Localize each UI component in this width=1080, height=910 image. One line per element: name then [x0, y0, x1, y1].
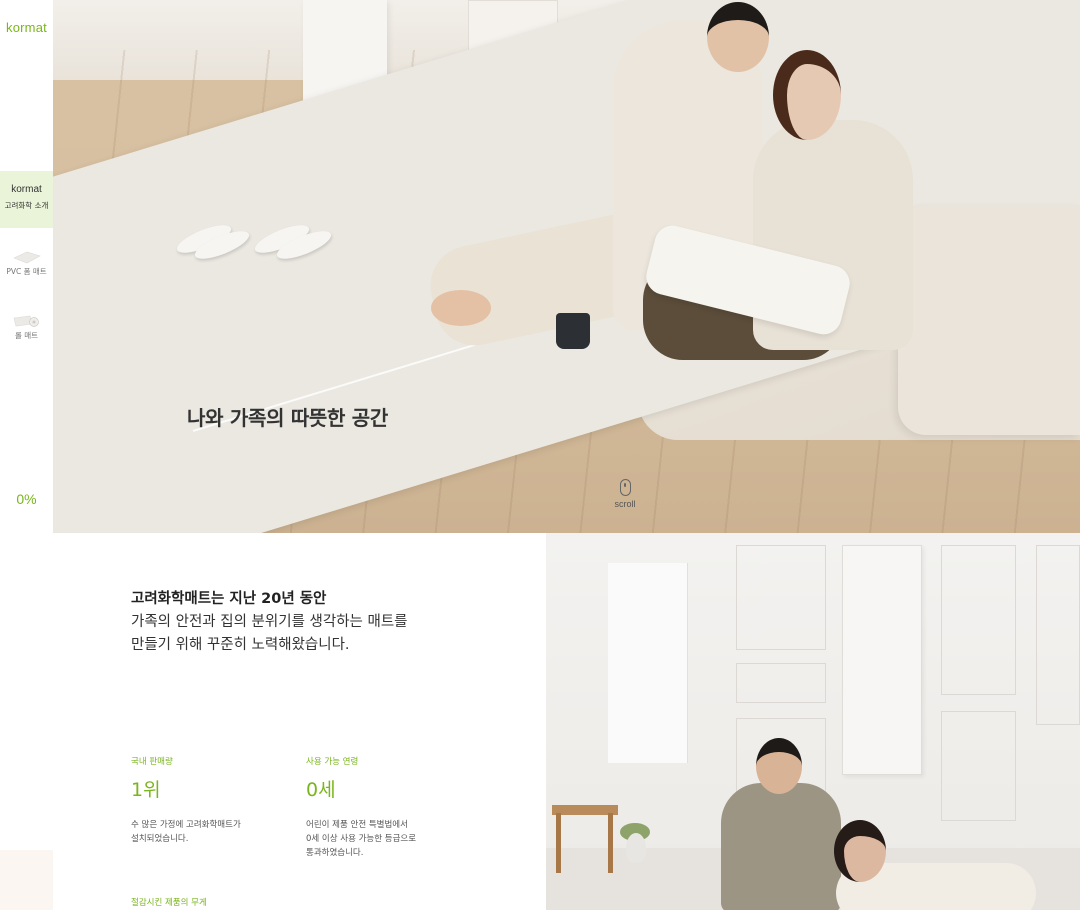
sidebar-item-label: 고려화학 소개	[4, 201, 49, 210]
hero-man-head	[707, 2, 769, 72]
photo-man	[721, 783, 841, 910]
intro-line: 만들기 위해 꾸준히 노력해왔습니다.	[131, 637, 350, 653]
photo-wall-panel	[736, 663, 826, 703]
photo-wall-panel	[941, 711, 1016, 821]
stat-description-line: 어린이 제품 안전 특별법에서	[306, 820, 408, 830]
scroll-progress: 0%	[16, 491, 37, 507]
stat-caption: 국내 판매량	[131, 757, 173, 767]
photo-woman-head	[834, 820, 886, 882]
scroll-label: scroll	[614, 499, 636, 509]
stat-sales-rank: 국내 판매량 1위 수 많은 가정에 고려화학매트가 설치되었습니다.	[131, 755, 301, 846]
stat-caption: 절감시킨 제품의 무게	[131, 898, 207, 908]
stat-caption: 사용 가능 연령	[306, 757, 359, 767]
foam-mat-icon	[12, 251, 41, 264]
sidebar-footer	[0, 850, 53, 910]
hero-sofa-seat	[898, 205, 1080, 435]
lifestyle-photo	[546, 533, 1080, 910]
stat-description-line: 수 많은 가정에 고려화학매트가	[131, 820, 241, 830]
hero-woman-head	[773, 50, 841, 140]
sidebar-item-title: kormat	[11, 184, 42, 195]
hero-person-feet	[431, 290, 491, 326]
mouse-icon	[619, 479, 631, 496]
photo-wall-panel	[1036, 545, 1080, 725]
photo-plant-vase	[626, 833, 646, 863]
stat-description-line: 통과하였습니다.	[306, 848, 364, 858]
hero-mug	[556, 313, 590, 349]
intro-text: 고려화학매트는 지난 20년 동안 가족의 안전과 집의 분위기를 생각하는 매…	[131, 588, 491, 657]
intro-line: 고려화학매트는 지난 20년 동안	[131, 591, 327, 607]
sidebar-item-about[interactable]: kormat 고려화학 소개	[0, 171, 53, 228]
hero-section: 나와 가족의 따뜻한 공간 scroll	[53, 0, 1080, 533]
stat-description-line: 설치되었습니다.	[131, 834, 189, 844]
hero-slippers	[173, 216, 335, 265]
intro-line: 가족의 안전과 집의 분위기를 생각하는 매트를	[131, 614, 408, 630]
sidebar-item-label: 롤 매트	[14, 331, 39, 340]
sidebar: kormat kormat 고려화학 소개 PVC 폼 매트 롤 매트 0%	[0, 0, 53, 910]
stat-usable-age: 사용 가능 연령 0세 어린이 제품 안전 특별법에서 0세 이상 사용 가능한…	[306, 755, 476, 860]
scroll-indicator[interactable]: scroll	[613, 479, 637, 509]
stat-value: 1위	[131, 779, 161, 801]
about-section: 고려화학매트는 지난 20년 동안 가족의 안전과 집의 분위기를 생각하는 매…	[53, 533, 546, 910]
logo[interactable]: kormat	[6, 20, 47, 35]
photo-man-head	[756, 738, 802, 794]
stat-value: 0세	[306, 779, 336, 801]
stat-description: 수 많은 가정에 고려화학매트가 설치되었습니다.	[131, 818, 301, 846]
photo-wall-panel	[941, 545, 1016, 695]
photo-wall-art	[842, 545, 922, 775]
hero-title: 나와 가족의 따뜻한 공간	[187, 406, 388, 430]
stat-description-line: 0세 이상 사용 가능한 등급으로	[306, 834, 417, 844]
photo-stool-leg	[556, 813, 561, 873]
sidebar-item-label: PVC 폼 매트	[6, 267, 47, 276]
photo-wall-panel	[736, 545, 826, 650]
photo-window	[608, 563, 688, 763]
sidebar-item-pvc-foam-mat[interactable]: PVC 폼 매트	[0, 250, 53, 277]
photo-stool-leg	[608, 813, 613, 873]
sidebar-item-roll-mat[interactable]: 롤 매트	[0, 314, 53, 341]
roll-mat-icon	[13, 315, 39, 327]
stat-description: 어린이 제품 안전 특별법에서 0세 이상 사용 가능한 등급으로 통과하였습니…	[306, 818, 476, 860]
